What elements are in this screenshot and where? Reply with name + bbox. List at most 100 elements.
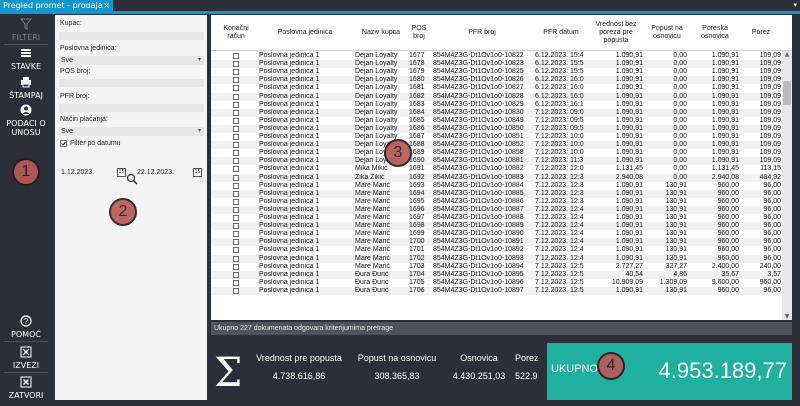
row-checkbox[interactable] — [233, 223, 239, 230]
row-checkbox[interactable] — [233, 255, 239, 262]
date-filter-checkbox[interactable] — [60, 140, 67, 147]
table-row[interactable]: Poslovna jedinica 1 Mare Marić 1695 854M4Z3… — [211, 198, 781, 206]
row-checkbox[interactable] — [233, 77, 239, 84]
date-to-input[interactable]: 22.12.2023. — [137, 169, 174, 176]
pos-input[interactable] — [59, 79, 204, 87]
row-checkbox[interactable] — [233, 215, 239, 221]
table-row[interactable]: Poslovna jedinica 1 Dejan Loyalty 1682 854M… — [211, 92, 781, 101]
table-row[interactable]: Poslovna jedinica 1 Mare Marić 1696 854M4Z3… — [211, 205, 781, 214]
table-row[interactable]: Poslovna jedinica 1 Mare Marić 1702 854M4Z3… — [211, 254, 781, 263]
table-row[interactable]: Poslovna jedinica 1 Đura Đurić 1704 854M4Z3… — [211, 270, 781, 279]
cell-porez: 113,15 — [760, 165, 781, 173]
table-row[interactable]: Poslovna jedinica 1 Mare Marić 1693 854M4Z3… — [211, 182, 781, 190]
summary-popust: Popust na osnovicu 308.365,83 — [347, 353, 447, 381]
calendar-icon[interactable]: 15 — [193, 168, 202, 177]
table-row[interactable]: Poslovna jedinica 1 Dejan Loyalty 1690 854M… — [211, 157, 781, 166]
row-checkbox[interactable] — [233, 142, 239, 149]
close-tab-icon[interactable]: × — [103, 0, 110, 11]
placanje-select[interactable]: Sve ▾ — [59, 127, 204, 136]
row-checkbox[interactable] — [233, 150, 239, 157]
table-row[interactable]: Poslovna jedinica 1 Dejan Loyalty 1678 854M… — [211, 60, 781, 69]
placanje-label: Način plaćanja: — [60, 116, 108, 123]
header-porez[interactable]: Porez — [741, 15, 781, 51]
cell-pos: 1686 — [409, 124, 425, 132]
table-row[interactable]: Poslovna jedinica 1 Dejan Loyalty 1685 854M… — [211, 117, 781, 125]
table-row[interactable]: Poslovna jedinica 1 Mare Marić 1700 854M4Z3… — [211, 238, 781, 247]
row-checkbox[interactable] — [233, 93, 239, 100]
row-checkbox[interactable] — [233, 198, 239, 205]
sidebar-item-pomoc[interactable]: ? POMOĆ — [0, 315, 52, 339]
date-from-input[interactable]: 1.12.2023. — [61, 169, 94, 176]
table-row[interactable]: Poslovna jedinica 1 Đura Đurić 1705 854M4Z3… — [211, 279, 781, 287]
row-checkbox[interactable] — [233, 69, 239, 76]
scroll-up-icon[interactable]: ▲ — [782, 51, 792, 58]
table-row[interactable]: Poslovna jedinica 1 Mare Marić 1698 854M4Z3… — [211, 222, 781, 231]
row-checkbox[interactable] — [233, 166, 239, 173]
table-row[interactable]: Poslovna jedinica 1 Dejan Loyalty 1683 854M… — [211, 101, 781, 109]
table-row[interactable]: Poslovna jedinica 1 Mare Marić 1697 854M4Z3… — [211, 214, 781, 222]
sidebar-item-zatvori[interactable]: ZATVORI — [0, 376, 52, 400]
sidebar-item-stavke[interactable]: STAVKE — [0, 47, 52, 71]
row-checkbox[interactable] — [233, 182, 239, 189]
table-row[interactable]: Poslovna jedinica 1 Dejan Loyalty 1677 854M… — [211, 52, 781, 60]
row-checkbox[interactable] — [233, 109, 239, 116]
row-checkbox[interactable] — [233, 247, 239, 254]
scroll-down-icon[interactable]: ▼ — [782, 313, 792, 320]
table-row[interactable]: Poslovna jedinica 1 Dejan Loyalty 1687 854M… — [211, 133, 781, 141]
row-checkbox[interactable] — [233, 271, 239, 278]
row-checkbox[interactable] — [233, 231, 239, 238]
jedinica-select[interactable]: Sve ▾ — [59, 56, 204, 65]
table-row[interactable]: Poslovna jedinica 1 Dejan Loyalty 1686 854M… — [211, 124, 781, 133]
sidebar-item-filteri[interactable]: FILTERI — [0, 18, 52, 42]
sidebar-item-izvezi[interactable]: IZVEZI — [0, 346, 52, 370]
sidebar-item-podaci[interactable]: PODACI O UNOSU — [0, 104, 52, 137]
row-checkbox[interactable] — [233, 206, 239, 213]
calendar-icon[interactable]: 15 — [117, 168, 126, 177]
window-menu-icon[interactable]: ▾ — [793, 0, 797, 11]
row-checkbox[interactable] — [233, 61, 239, 68]
table-row[interactable]: Poslovna jedinica 1 Dejan Loyalty 1689 854M… — [211, 149, 781, 157]
header-pos[interactable]: POS broj — [407, 15, 431, 51]
row-checkbox[interactable] — [233, 287, 239, 294]
row-checkbox[interactable] — [233, 158, 239, 165]
scrollbar-thumb[interactable] — [783, 81, 791, 105]
table-row[interactable]: Poslovna jedinica 1 Mare Marić 1694 854M4Z3… — [211, 189, 781, 198]
vertical-scrollbar[interactable]: ▲ ▼ — [782, 51, 792, 320]
row-checkbox[interactable] — [233, 279, 239, 286]
header-datum[interactable]: PFR datum — [533, 15, 589, 51]
table-row[interactable]: Poslovna jedinica 1 Dejan Loyalty 1688 854M… — [211, 141, 781, 150]
cell-vrednost: 1.090,91 — [615, 124, 643, 132]
header-naziv[interactable]: Naziv kupca — [353, 15, 409, 51]
pfr-input[interactable] — [59, 104, 204, 112]
table-row[interactable]: Poslovna jedinica 1 Dejan Loyalty 1681 854M… — [211, 84, 781, 92]
table-row[interactable]: Poslovna jedinica 1 Đura Đurić 1706 854M4Z3… — [211, 286, 781, 295]
tab-pregled-promet[interactable]: Pregled promet - prodaja × — [0, 0, 113, 11]
table-row[interactable]: Poslovna jedinica 1 Dejan Loyalty 1679 854M… — [211, 68, 781, 76]
table-row[interactable]: Poslovna jedinica 1 Dejan Loyalty 1684 854M… — [211, 108, 781, 117]
table-row[interactable]: Poslovna jedinica 1 Žika Žikić 1692 854M4Z3… — [211, 173, 781, 182]
row-checkbox[interactable] — [233, 174, 239, 181]
row-checkbox[interactable] — [233, 53, 239, 59]
row-checkbox[interactable] — [233, 85, 239, 92]
table-row[interactable]: Poslovna jedinica 1 Mare Marić 1703 854M4Z3… — [211, 263, 781, 271]
header-jedinica[interactable]: Poslovna jedinica — [255, 15, 355, 51]
row-checkbox[interactable] — [233, 239, 239, 246]
row-checkbox[interactable] — [233, 117, 239, 124]
row-checkbox[interactable] — [233, 263, 239, 270]
row-checkbox[interactable] — [233, 101, 239, 108]
table-row[interactable]: Poslovna jedinica 1 Dejan Loyalty 1680 854M… — [211, 76, 781, 85]
table-row[interactable]: Poslovna jedinica 1 Mika Mikić 1691 854M4Z3… — [211, 165, 781, 173]
table-row[interactable]: Poslovna jedinica 1 Mare Marić 1701 854M4Z3… — [211, 246, 781, 254]
header-konacni[interactable]: Konačni račun — [219, 15, 253, 51]
search-icon[interactable] — [126, 173, 138, 188]
sidebar-item-stampaj[interactable]: ŠTAMPAJ — [0, 76, 52, 100]
kupac-input[interactable] — [59, 32, 204, 40]
header-osnovica[interactable]: Poreska osnovica — [693, 15, 737, 51]
header-pfr[interactable]: PFR broj — [433, 15, 531, 51]
row-checkbox[interactable] — [233, 125, 239, 132]
header-popust[interactable]: Popust na osnovicu — [643, 15, 691, 51]
header-vrednost[interactable]: Vrednost bez poreza pre popusta — [589, 15, 643, 51]
row-checkbox[interactable] — [233, 190, 239, 197]
table-row[interactable]: Poslovna jedinica 1 Mare Marić 1699 854M4Z3… — [211, 230, 781, 238]
row-checkbox[interactable] — [233, 134, 239, 140]
